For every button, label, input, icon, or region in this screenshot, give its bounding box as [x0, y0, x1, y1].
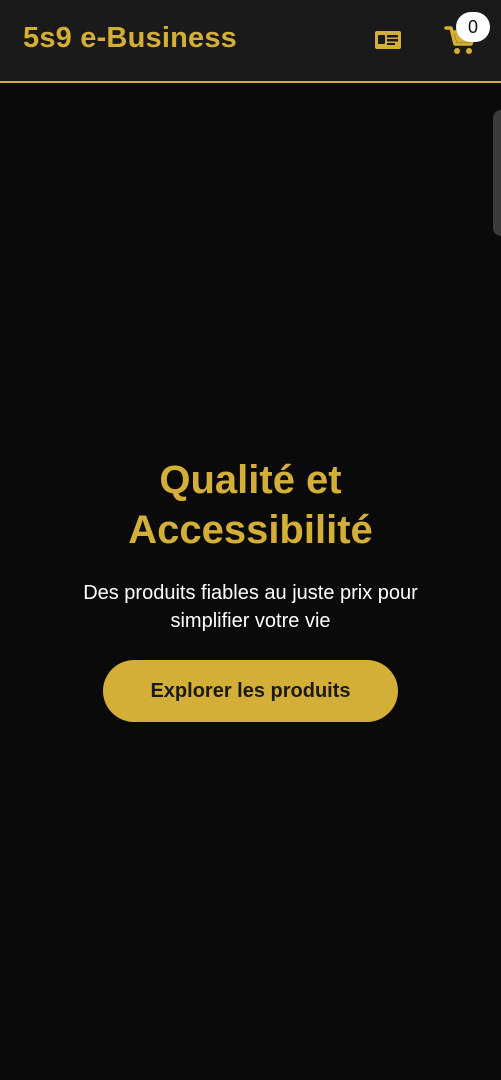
hero-title: Qualité et Accessibilité	[0, 455, 501, 555]
id-card-icon-svg	[375, 31, 401, 49]
hero-title-line1: Qualité et	[159, 458, 342, 502]
brand-logo-text[interactable]: 5s9 e-Business	[23, 22, 237, 55]
top-header: 5s9 e-Business 0	[0, 0, 501, 83]
hero-subtitle-line1: Des produits fiables au juste prix pour	[83, 582, 418, 604]
scrollbar-thumb[interactable]	[493, 110, 501, 236]
hero-subtitle-line2: simplifier votre vie	[170, 610, 331, 632]
id-card-icon[interactable]	[374, 30, 402, 50]
page: 5s9 e-Business 0 Qualité et Accessibilit…	[0, 0, 501, 1080]
cart-count-badge: 0	[456, 12, 490, 42]
explore-products-button[interactable]: Explorer les produits	[103, 660, 398, 722]
hero-subtitle: Des produits fiables au juste prix pour …	[30, 579, 471, 635]
hero-title-line2: Accessibilité	[128, 508, 373, 552]
